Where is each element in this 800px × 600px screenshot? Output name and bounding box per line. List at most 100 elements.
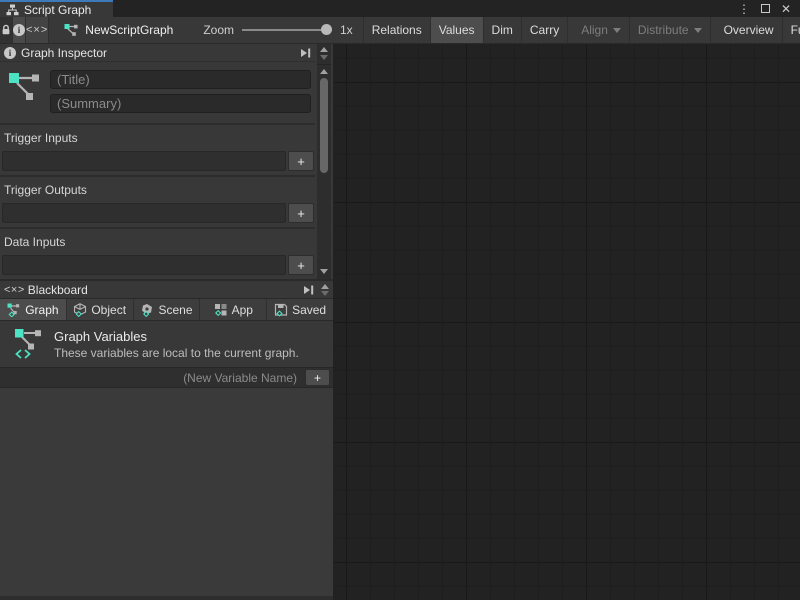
script-graph-icon	[64, 23, 79, 37]
data-inputs-label: Data Inputs	[0, 227, 315, 253]
align-dropdown[interactable]: Align	[573, 17, 630, 43]
chevron-down-icon	[694, 28, 702, 33]
zoom-label: Zoom	[203, 23, 234, 37]
data-inputs-list	[2, 255, 286, 275]
blackboard-tabs: Graph Object	[0, 298, 333, 321]
blackboard-toggle-button[interactable]: <×>	[26, 17, 49, 43]
save-icon	[274, 303, 288, 317]
scroll-up-icon[interactable]	[320, 47, 328, 52]
more-menu-icon[interactable]: ⋮	[738, 3, 750, 15]
graph-inspector-title: Graph Inspector	[21, 46, 107, 60]
trigger-outputs-label: Trigger Outputs	[0, 175, 315, 201]
graph-variables-info: Graph Variables These variables are loca…	[0, 321, 333, 367]
scroll-down-icon[interactable]	[321, 291, 329, 296]
new-variable-row: (New Variable Name) +	[0, 367, 333, 388]
script-graph-icon	[8, 70, 42, 113]
overview-button[interactable]: Overview	[716, 17, 783, 43]
zoom-value: 1x	[340, 23, 353, 37]
distribute-dropdown[interactable]: Distribute	[630, 17, 711, 43]
window-tab-bar: Script Graph ⋮ ✕	[0, 0, 800, 17]
summary-field[interactable]: (Summary)	[50, 94, 311, 113]
scroll-down-icon[interactable]	[320, 55, 328, 60]
graph-tab-icon	[7, 303, 21, 317]
values-button[interactable]: Values	[431, 17, 484, 43]
tab-scene[interactable]: Scene	[134, 299, 200, 320]
scrollbar-up-arrow[interactable]	[320, 69, 328, 74]
tab-saved[interactable]: Saved	[267, 299, 333, 320]
zoom-control: Zoom 1x	[203, 17, 352, 43]
dock-panel-icon[interactable]	[303, 285, 314, 295]
trigger-inputs-list	[2, 151, 286, 171]
close-icon[interactable]: ✕	[781, 3, 791, 15]
align-label: Align	[581, 23, 608, 37]
zoom-slider[interactable]	[242, 29, 332, 31]
trigger-outputs-list	[2, 203, 286, 223]
graph-variables-title: Graph Variables	[54, 329, 299, 344]
scroll-up-icon[interactable]	[321, 284, 329, 289]
vars-text-block: Graph Variables These variables are loca…	[54, 329, 299, 360]
fullscreen-label: Full S	[791, 23, 800, 37]
blackboard-scroll-arrows[interactable]	[321, 284, 329, 296]
values-label: Values	[439, 23, 475, 37]
dim-button[interactable]: Dim	[484, 17, 522, 43]
graph-toolbar: i <×> NewScriptGraph Zoom 1x Relations V…	[0, 17, 800, 44]
app-icon	[214, 303, 228, 317]
dim-label: Dim	[492, 23, 513, 37]
graph-inspector-panel: i Graph Inspector	[0, 44, 333, 279]
graph-title: NewScriptGraph	[64, 17, 173, 43]
fullscreen-button[interactable]: Full S	[783, 17, 800, 43]
inspector-scrollbar[interactable]	[317, 44, 331, 279]
add-trigger-input-button[interactable]: +	[288, 151, 314, 171]
scrollbar-down-arrow[interactable]	[320, 269, 328, 274]
info-icon: i	[13, 24, 25, 36]
tab-label: Script Graph	[24, 3, 91, 17]
maximize-icon[interactable]	[761, 4, 770, 13]
new-variable-name-input[interactable]: (New Variable Name)	[4, 371, 305, 385]
graph-inspector-toggle-button[interactable]: i	[13, 17, 26, 43]
zoom-slider-handle[interactable]	[321, 24, 332, 35]
info-icon: i	[4, 47, 16, 59]
add-data-input-button[interactable]: +	[288, 255, 314, 275]
left-panel: i Graph Inspector	[0, 44, 334, 600]
tab-script-graph[interactable]: Script Graph	[0, 0, 113, 17]
lock-icon	[0, 24, 12, 36]
graph-variables-description: These variables are local to the current…	[54, 346, 299, 360]
add-variable-button[interactable]: +	[305, 369, 330, 386]
carry-button[interactable]: Carry	[522, 17, 568, 43]
relations-label: Relations	[372, 23, 422, 37]
trigger-inputs-label: Trigger Inputs	[0, 123, 315, 149]
relations-button[interactable]: Relations	[363, 17, 431, 43]
tab-app[interactable]: App	[200, 299, 266, 320]
data-inputs-row: +	[2, 255, 314, 275]
trigger-outputs-row: +	[2, 203, 314, 223]
tab-label: Scene	[158, 303, 192, 317]
title-field[interactable]: (Title)	[50, 70, 311, 89]
lock-button[interactable]	[0, 17, 13, 43]
distribute-label: Distribute	[638, 23, 689, 37]
code-icon: <×>	[4, 284, 25, 296]
dock-panel-icon[interactable]	[300, 48, 311, 58]
tab-label: Object	[91, 303, 126, 317]
carry-label: Carry	[530, 23, 559, 37]
overview-label: Overview	[724, 23, 774, 37]
scene-icon	[140, 303, 154, 317]
chevron-down-icon	[613, 28, 621, 33]
variables-list-area[interactable]	[0, 388, 333, 596]
hierarchy-icon	[6, 4, 19, 16]
scrollbar-thumb[interactable]	[320, 78, 328, 173]
cube-icon	[73, 303, 87, 317]
scroll-pager[interactable]	[317, 44, 331, 65]
fields-column: (Title) (Summary)	[50, 70, 311, 113]
blackboard-title: Blackboard	[28, 283, 88, 297]
graph-name-label: NewScriptGraph	[85, 23, 173, 37]
tab-graph[interactable]: Graph	[0, 299, 66, 320]
tab-object[interactable]: Object	[67, 299, 133, 320]
add-trigger-output-button[interactable]: +	[288, 203, 314, 223]
graph-variables-icon	[14, 328, 44, 360]
tab-label: App	[232, 303, 253, 317]
blackboard-header: <×> Blackboard	[0, 279, 333, 298]
graph-inspector-header: i Graph Inspector	[0, 44, 315, 62]
code-icon: <×>	[26, 24, 48, 36]
trigger-inputs-row: +	[2, 151, 314, 171]
graph-canvas[interactable]	[334, 44, 800, 600]
